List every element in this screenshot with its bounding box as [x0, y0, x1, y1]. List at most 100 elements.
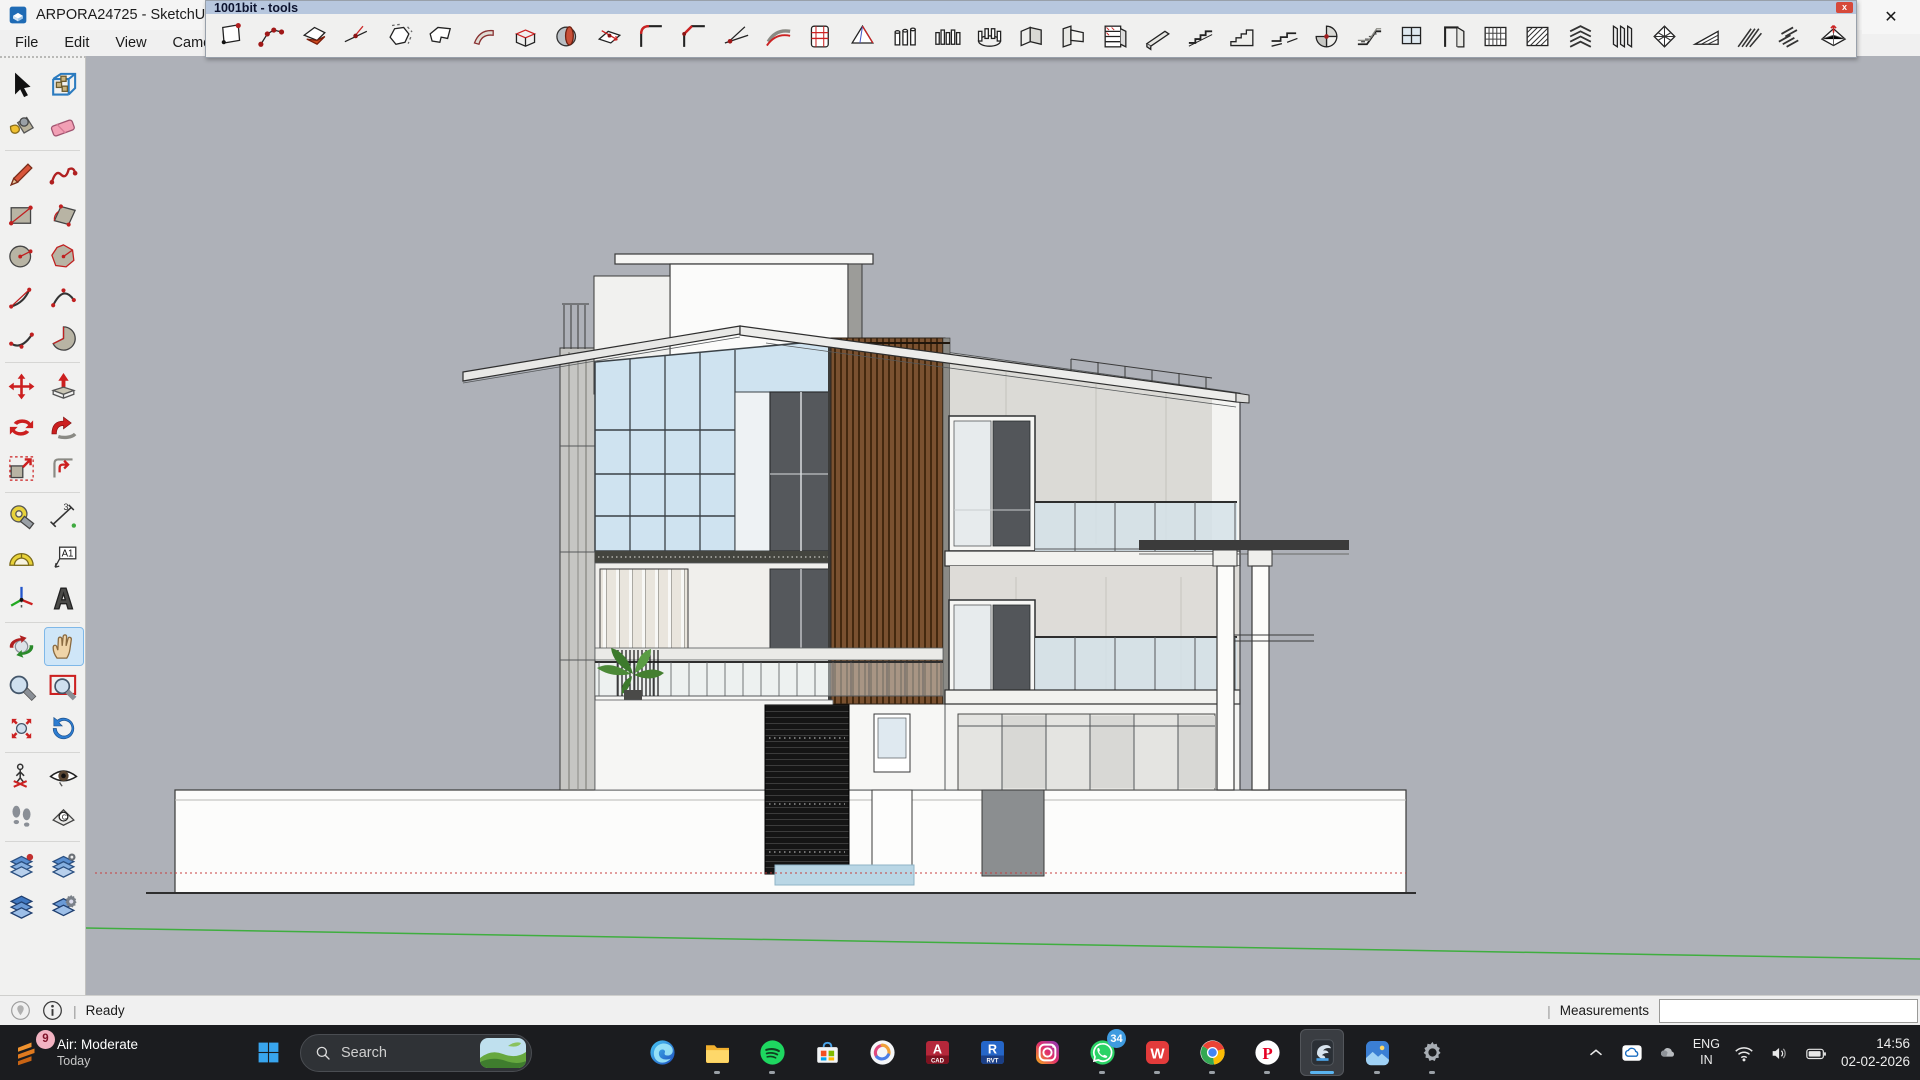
layers-settings-tool-icon[interactable]: [45, 888, 83, 925]
polygon-tool-icon[interactable]: [45, 238, 83, 275]
taskbar-app-whatsapp[interactable]: 34: [1080, 1029, 1124, 1076]
rectangle-tool-icon[interactable]: [3, 197, 41, 234]
stair-profile-icon[interactable]: [1225, 18, 1261, 54]
look-around-tool-icon[interactable]: [45, 758, 83, 795]
battery-icon[interactable]: [1805, 1041, 1828, 1064]
grille-panel-icon[interactable]: [1478, 18, 1514, 54]
taskbar-app-chrome[interactable]: [1190, 1029, 1234, 1076]
escalator-icon[interactable]: [1351, 18, 1387, 54]
zoom-extents-tool-icon[interactable]: [3, 710, 41, 747]
walk-tool-icon[interactable]: [3, 799, 41, 836]
weather-widget[interactable]: 9 Air: Moderate Today: [12, 1025, 138, 1080]
window-close-button[interactable]: ✕: [1862, 0, 1920, 34]
ramp-icon[interactable]: [1140, 18, 1176, 54]
threed-text-tool-icon[interactable]: [45, 580, 83, 617]
rafters-icon[interactable]: [1731, 18, 1767, 54]
taskbar-app-spotify[interactable]: [750, 1029, 794, 1076]
menu-file[interactable]: File: [2, 35, 51, 51]
axes-tool-icon[interactable]: [3, 580, 41, 617]
vertical-fins-icon[interactable]: [1604, 18, 1640, 54]
toolbar-close-button[interactable]: x: [1836, 2, 1853, 13]
arc-tool-icon[interactable]: [45, 279, 83, 316]
zoom-window-tool-icon[interactable]: [45, 669, 83, 706]
wifi-icon[interactable]: [1733, 1041, 1756, 1064]
taskbar-app-edge[interactable]: [640, 1029, 684, 1076]
move-tool-icon[interactable]: [3, 368, 41, 405]
rotate-face-icon[interactable]: [592, 18, 628, 54]
two-point-arc-tool-icon[interactable]: [3, 279, 41, 316]
polygon-dashed-icon[interactable]: [381, 18, 417, 54]
chamfer-corner-icon[interactable]: [676, 18, 712, 54]
taskbar-app-file-explorer[interactable]: [695, 1029, 739, 1076]
onedrive-icon[interactable]: [1621, 1041, 1644, 1064]
frame-opening-icon[interactable]: [803, 18, 839, 54]
layers-blue-tool-icon[interactable]: [3, 888, 41, 925]
offset-curve-icon[interactable]: [760, 18, 796, 54]
window-frame-icon[interactable]: [1393, 18, 1429, 54]
push-pull-tool-icon[interactable]: [45, 368, 83, 405]
circle-tool-icon[interactable]: [3, 238, 41, 275]
taskbar-app-autocad[interactable]: ACAD: [915, 1029, 959, 1076]
taskbar-app-copilot[interactable]: [860, 1029, 904, 1076]
rotate-tool-icon[interactable]: [3, 409, 41, 446]
box-open-icon[interactable]: [507, 18, 543, 54]
section-plane-tool-icon[interactable]: C: [45, 799, 83, 836]
info-icon[interactable]: [41, 999, 64, 1022]
follow-me-tool-icon[interactable]: [45, 409, 83, 446]
protractor-tool-icon[interactable]: [3, 539, 41, 576]
layers-gear-tool-icon[interactable]: [45, 847, 83, 884]
pan-tool-icon[interactable]: [45, 628, 83, 665]
pyramid-icon[interactable]: [845, 18, 881, 54]
dome-slice-icon[interactable]: [550, 18, 586, 54]
previous-view-tool-icon[interactable]: [45, 710, 83, 747]
tape-measure-tool-icon[interactable]: [3, 498, 41, 535]
truss-gable-icon[interactable]: [1689, 18, 1725, 54]
fillet-corner-icon[interactable]: [634, 18, 670, 54]
toolbar-1001bit-titlebar[interactable]: 1001bit - tools x: [206, 1, 1856, 14]
face-offset-icon[interactable]: [423, 18, 459, 54]
columns-cluster-icon[interactable]: [929, 18, 965, 54]
taskbar-app-revit[interactable]: RRVT: [970, 1029, 1014, 1076]
orbit-tool-icon[interactable]: [3, 628, 41, 665]
extend-line-icon[interactable]: [339, 18, 375, 54]
curve-ribbon-icon[interactable]: [465, 18, 501, 54]
paint-bucket-icon[interactable]: [3, 108, 41, 145]
taskbar-app-wps-office[interactable]: W: [1135, 1029, 1179, 1076]
tray-chevron-up-icon[interactable]: [1585, 1041, 1608, 1064]
taskbar-app-pinterest[interactable]: P: [1245, 1029, 1289, 1076]
taskbar-app-photos[interactable]: [1355, 1029, 1399, 1076]
layers-stack-tool-icon[interactable]: [3, 847, 41, 884]
taskbar-app-instagram[interactable]: [1025, 1029, 1069, 1076]
language-indicator[interactable]: ENG IN: [1693, 1037, 1720, 1068]
rotated-rectangle-tool-icon[interactable]: [45, 197, 83, 234]
truss-panel-icon[interactable]: [1646, 18, 1682, 54]
line-tool-icon[interactable]: [3, 156, 41, 193]
columns-row-icon[interactable]: [887, 18, 923, 54]
stair-landing-icon[interactable]: [1267, 18, 1303, 54]
offset-tool-icon[interactable]: [45, 450, 83, 487]
stair-flight-icon[interactable]: [1182, 18, 1218, 54]
columns-ring-icon[interactable]: [971, 18, 1007, 54]
taskbar-app-microsoft-store[interactable]: [805, 1029, 849, 1076]
clock[interactable]: 14:56 02-02-2026: [1841, 1035, 1910, 1070]
taskbar-app-settings[interactable]: [1410, 1029, 1454, 1076]
wall-layers-icon[interactable]: [1098, 18, 1134, 54]
eraser-tool-icon[interactable]: [45, 108, 83, 145]
fold-roof-icon[interactable]: [296, 18, 332, 54]
dimension-tool-icon[interactable]: 3: [45, 498, 83, 535]
model-viewport[interactable]: [86, 62, 1920, 995]
menu-view[interactable]: View: [102, 35, 159, 51]
three-point-arc-tool-icon[interactable]: [3, 320, 41, 357]
fold-panel-icon[interactable]: [1014, 18, 1050, 54]
search-box[interactable]: Search: [300, 1034, 532, 1072]
select-tool-icon[interactable]: [3, 67, 41, 104]
pie-tool-icon[interactable]: [45, 320, 83, 357]
face-panel-icon[interactable]: [212, 18, 248, 54]
angle-lines-icon[interactable]: [718, 18, 754, 54]
measurements-input[interactable]: [1659, 999, 1918, 1023]
cloud-sync-icon[interactable]: [1657, 1041, 1680, 1064]
start-button[interactable]: [248, 1033, 288, 1073]
volume-icon[interactable]: [1769, 1041, 1792, 1064]
hatch-panel-icon[interactable]: [1520, 18, 1556, 54]
floor-joists-icon[interactable]: [1773, 18, 1809, 54]
